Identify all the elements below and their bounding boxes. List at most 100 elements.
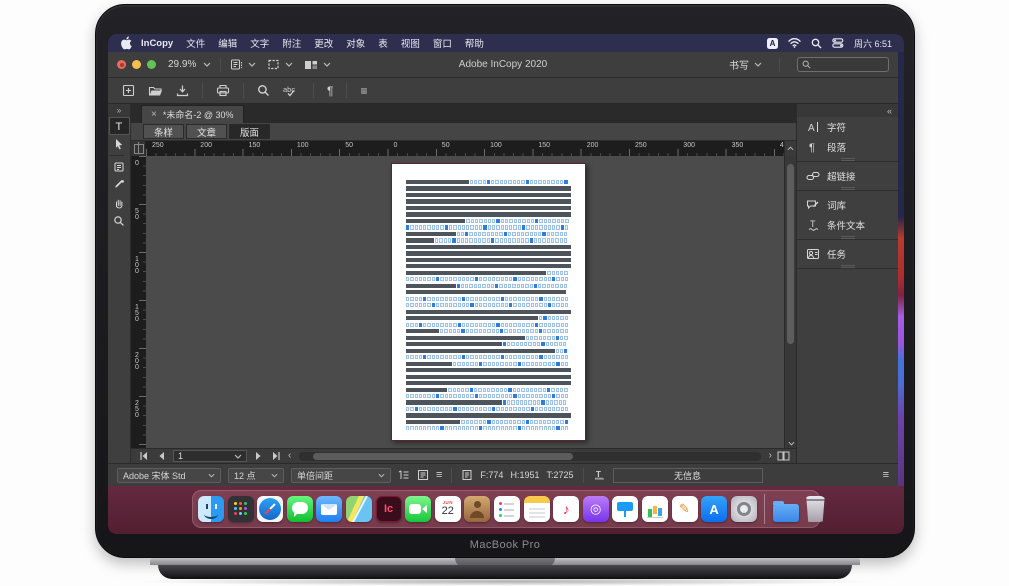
zoom-button[interactable] [147, 60, 156, 69]
menu-item[interactable]: 帮助 [465, 36, 484, 50]
menu-item[interactable]: 视图 [401, 36, 420, 50]
close-button[interactable] [117, 60, 126, 69]
last-page-button[interactable] [270, 452, 283, 460]
panel-item-条件文本[interactable]: T条件文本 [797, 215, 898, 235]
view-tab-文章[interactable]: 文章 [186, 124, 227, 139]
document-page[interactable] [391, 163, 586, 441]
dock-icon-numbers[interactable] [642, 496, 668, 522]
menu-item[interactable]: 对象 [346, 36, 365, 50]
panel-item-任务[interactable]: 任务 [797, 244, 898, 264]
vertical-scrollbar[interactable] [784, 156, 796, 448]
dock-icon-trash[interactable] [804, 496, 826, 522]
save-button[interactable] [176, 84, 189, 97]
galley-view-icon[interactable] [417, 469, 429, 481]
spread-view-icon[interactable] [777, 451, 790, 461]
close-tab-icon[interactable]: × [151, 109, 157, 120]
dock-icon-appstore[interactable]: A [701, 496, 727, 522]
leading-select[interactable]: 单倍间距 [291, 468, 391, 483]
spotlight-search-icon[interactable] [811, 38, 822, 49]
panel-item-词库[interactable]: 词库 [797, 195, 898, 215]
frame-edges-button[interactable] [267, 58, 293, 71]
dock-icon-contacts[interactable] [464, 496, 490, 522]
clock[interactable]: 周六 6:51 [854, 37, 892, 50]
app-menu[interactable]: InCopy [141, 38, 173, 49]
dock-icon-settings[interactable] [731, 496, 757, 522]
show-hidden-characters-button[interactable]: ¶ [327, 84, 333, 98]
dock-icon-maps[interactable] [346, 496, 372, 522]
apple-logo-icon[interactable] [120, 36, 132, 50]
pasteboard[interactable] [146, 156, 784, 448]
status-menu-icon[interactable]: ≡ [883, 469, 889, 481]
spellcheck-button[interactable]: abc [283, 84, 300, 97]
dock-icon-pages[interactable]: ✎ [672, 496, 698, 522]
page-number-select[interactable]: 1 [173, 450, 247, 462]
tools-panel-expand[interactable]: » [108, 104, 130, 117]
line-numbers-icon[interactable] [398, 469, 410, 481]
new-document-button[interactable] [122, 84, 135, 97]
view-menu-icon[interactable]: ≡ [436, 469, 442, 481]
dock-icon-incopy[interactable]: Ic [376, 496, 402, 522]
search-input[interactable] [814, 59, 884, 71]
dock-icon-folder[interactable] [773, 504, 799, 522]
vertical-scrollbar-thumb[interactable] [787, 164, 794, 344]
depth-ruler-icon[interactable]: T [593, 469, 606, 481]
dock-icon-calendar[interactable]: JUN22 [435, 496, 461, 522]
menu-item[interactable]: 表 [378, 36, 388, 50]
horizontal-scrollbar-thumb[interactable] [313, 453, 573, 460]
dock-icon-messages[interactable] [287, 496, 313, 522]
screen-mode-button[interactable] [304, 59, 331, 71]
dock-icon-facetime[interactable] [405, 496, 431, 522]
view-tab-条样[interactable]: 条样 [143, 124, 184, 139]
menu-item[interactable]: 文件 [186, 36, 205, 50]
ruler-origin-icon[interactable] [131, 141, 146, 156]
dock-icon-podcasts[interactable]: ◎ [583, 496, 609, 522]
view-tab-版面[interactable]: 版面 [229, 124, 270, 139]
menu-item[interactable]: 更改 [314, 36, 333, 50]
menu-item[interactable]: 文字 [250, 36, 269, 50]
scroll-left-button[interactable]: ‹ [288, 451, 291, 461]
font-size-select[interactable]: 12 点 [228, 468, 284, 483]
dock-icon-finder[interactable] [198, 496, 224, 522]
panel-item-超链接[interactable]: 超链接 [797, 166, 898, 186]
print-button[interactable] [216, 84, 230, 97]
dock-icon-mail[interactable] [316, 496, 342, 522]
position-tool[interactable] [109, 135, 130, 153]
previous-page-button[interactable] [155, 452, 168, 460]
dock-icon-music[interactable]: ♪ [553, 496, 579, 522]
toolbar-menu-icon[interactable]: ≡ [360, 84, 367, 98]
input-source-icon[interactable]: A [767, 38, 778, 49]
menu-item[interactable]: 窗口 [433, 36, 452, 50]
workspace-switcher[interactable]: 书写 [729, 57, 762, 72]
minimize-button[interactable] [132, 60, 141, 69]
hand-tool[interactable] [109, 194, 130, 212]
search-field[interactable] [797, 57, 889, 72]
dock-icon-keynote[interactable] [612, 496, 638, 522]
type-tool[interactable]: T [109, 117, 130, 135]
scroll-right-button[interactable]: › [769, 451, 772, 461]
next-page-button[interactable] [252, 452, 265, 460]
dock-icon-notes[interactable] [524, 496, 550, 522]
view-options-button[interactable] [230, 58, 256, 71]
eyedropper-tool[interactable] [109, 176, 130, 194]
find-button[interactable] [257, 84, 270, 97]
panel-item-段落[interactable]: ¶段落 [797, 137, 898, 157]
zoom-level-select[interactable]: 29.9% [168, 59, 211, 70]
scroll-up-button[interactable] [784, 141, 796, 156]
font-select[interactable]: Adobe 宋体 Std [117, 468, 221, 483]
menu-item[interactable]: 编辑 [218, 36, 237, 50]
document-tab[interactable]: × *未命名-2 @ 30% [141, 105, 244, 123]
dock-icon-safari[interactable] [257, 496, 283, 522]
wifi-icon[interactable] [788, 38, 801, 48]
horizontal-scrollbar[interactable] [299, 452, 760, 461]
note-tool[interactable] [109, 158, 130, 176]
dock-icon-reminders[interactable] [494, 496, 520, 522]
menu-item[interactable]: 附注 [282, 36, 301, 50]
dock-icon-launchpad[interactable] [228, 496, 254, 522]
open-document-button[interactable] [148, 85, 163, 97]
panel-collapse-button[interactable]: « [797, 104, 898, 117]
first-page-button[interactable] [137, 452, 150, 460]
zoom-tool[interactable] [109, 212, 130, 230]
panel-item-字符[interactable]: A字符 [797, 117, 898, 137]
control-center-icon[interactable] [832, 38, 844, 48]
cjk-char-box [475, 355, 478, 359]
